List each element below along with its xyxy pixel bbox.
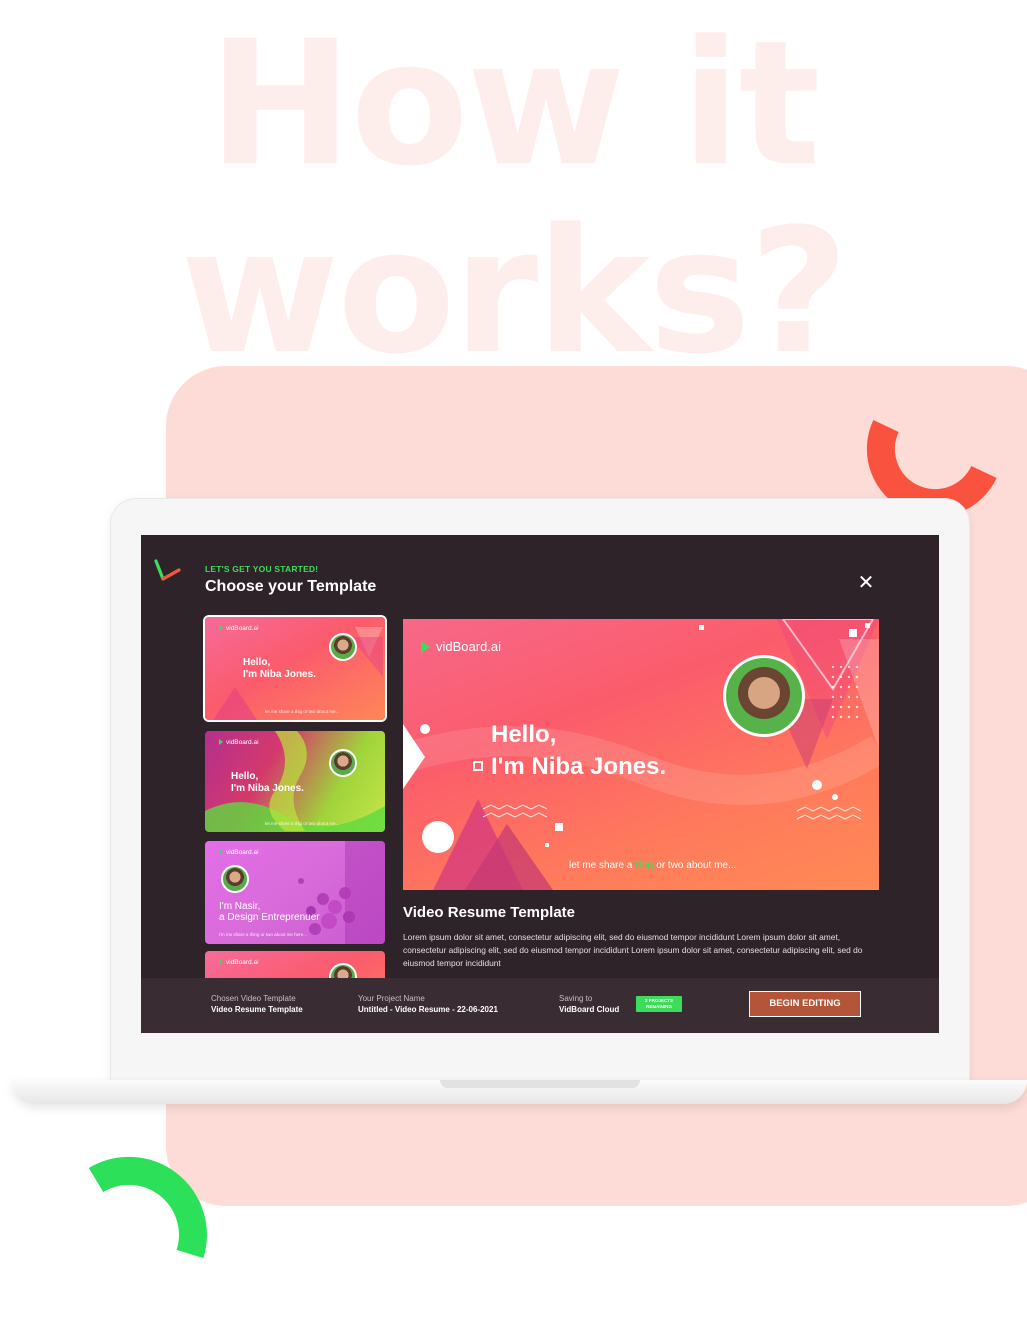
thumbnail-heading-line2: a Design Entreprenuer (219, 912, 320, 923)
saving-to-value: VidBoard Cloud (559, 1005, 620, 1014)
template-chooser-modal: LET'S GET YOU STARTED! Choose your Templ… (141, 535, 939, 1033)
preview-avatar (723, 655, 805, 737)
begin-editing-button[interactable]: BEGIN EDITING (749, 991, 861, 1017)
thumbnail-heading-line1: Hello, (243, 657, 271, 668)
template-thumbnail[interactable]: vidBoard.ai I'm Nasir, a Design Entrepre… (205, 841, 385, 944)
laptop-notch (440, 1080, 640, 1088)
vidboard-mark-icon (421, 641, 430, 653)
thumbnail-logo: vidBoard.ai (219, 739, 259, 746)
thumbnail-avatar (329, 633, 357, 661)
preview-tagline: let me share a thig or two about me... (569, 860, 737, 871)
thumbnail-heading-line2: I'm Niba Jones. (231, 783, 304, 794)
modal-eyebrow: LET'S GET YOU STARTED! (205, 564, 319, 574)
template-thumbnail[interactable]: vidBoard.ai (205, 951, 385, 978)
thumbnail-avatar (221, 865, 249, 893)
project-name-value[interactable]: Untitled - Video Resume - 22-06-2021 (358, 1005, 498, 1014)
project-name-label: Your Project Name (358, 994, 425, 1003)
modal-footer: Chosen Video Template Video Resume Templ… (141, 978, 939, 1033)
preview-logo: vidBoard.ai (421, 639, 501, 654)
modal-title: Choose your Template (205, 578, 377, 595)
thumbnail-tagline: i'm me share a thing or two about me her… (219, 932, 307, 937)
thumbnail-avatar (329, 749, 357, 777)
preview-heading-line2: I'm Niba Jones. (473, 753, 666, 781)
template-description: Lorem ipsum dolor sit amet, consectetur … (403, 932, 863, 968)
template-thumbnail[interactable]: vidBoard.ai Hello, I'm Niba Jones. let m… (205, 617, 385, 720)
chosen-template-label: Chosen Video Template (211, 994, 296, 1003)
saving-to-label: Saving to (559, 994, 593, 1003)
thumbnail-tagline: let me share a thig or two about me... (265, 709, 340, 714)
template-preview: vidBoard.ai Hello, I'm Niba Jones. let m… (403, 619, 879, 890)
projects-remaining-badge: 2 PROJECTS REMAINING (636, 996, 682, 1012)
template-thumbnail[interactable]: vidBoard.ai Hello, I'm Niba Jones. let m… (205, 731, 385, 832)
template-name: Video Resume Template (403, 904, 576, 921)
thumbnail-logo: vidBoard.ai (219, 625, 259, 632)
green-arc-decoration (88, 1156, 207, 1259)
thumbnail-heading-line1: Hello, (231, 771, 259, 782)
close-icon[interactable]: ✕ (854, 571, 878, 595)
thumbnail-logo: vidBoard.ai (219, 959, 259, 966)
thumbnail-avatar (329, 963, 357, 978)
thumbnail-logo: vidBoard.ai (219, 849, 259, 856)
square-bullet-icon (473, 761, 483, 771)
hero-title: How it works? (180, 3, 848, 392)
chosen-template-value: Video Resume Template (211, 1005, 303, 1014)
template-thumbnail-list[interactable]: vidBoard.ai Hello, I'm Niba Jones. let m… (201, 615, 391, 978)
thumbnail-heading-line2: I'm Niba Jones. (243, 669, 316, 680)
thumbnail-tagline: let me share a thig or two about me... (265, 821, 340, 826)
preview-heading-line1: Hello, (491, 721, 557, 748)
vidboard-logo-icon (154, 559, 181, 581)
